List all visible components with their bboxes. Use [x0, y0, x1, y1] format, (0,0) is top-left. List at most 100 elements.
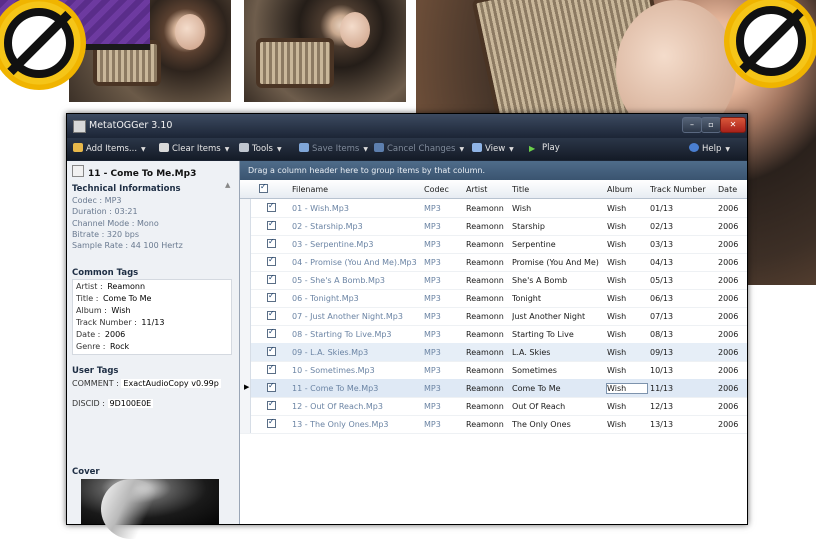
row-checkbox[interactable]: [267, 237, 276, 248]
row-selector[interactable]: [240, 235, 251, 253]
table-row[interactable]: 10 - Sometimes.Mp3MP3 ReamonnSometimesWis…: [240, 361, 747, 380]
cancel-changes-button[interactable]: Cancel Changes ▼: [374, 143, 464, 154]
row-checkbox[interactable]: [267, 381, 276, 392]
row-selector[interactable]: [240, 253, 251, 271]
cell-album[interactable]: Wish: [607, 366, 647, 375]
row-checkbox[interactable]: [267, 273, 276, 284]
cell-title[interactable]: Serpentine: [512, 240, 604, 249]
cell-filename[interactable]: 08 - Starting To Live.Mp3: [292, 330, 422, 339]
cell-filename[interactable]: 04 - Promise (You And Me).Mp3: [292, 258, 422, 267]
close-button[interactable]: ✕: [720, 117, 746, 133]
cell-date[interactable]: 2006: [718, 366, 746, 375]
select-all-checkbox[interactable]: [259, 182, 268, 193]
cell-date[interactable]: 2006: [718, 258, 746, 267]
cell-artist[interactable]: Reamonn: [466, 258, 510, 267]
cell-codec[interactable]: MP3: [424, 330, 462, 339]
cell-album[interactable]: Wish: [607, 222, 647, 231]
title-field[interactable]: Title : Come To Me: [76, 293, 228, 305]
table-row[interactable]: 12 - Out Of Reach.Mp3MP3 ReamonnOut Of Re…: [240, 397, 747, 416]
cell-album[interactable]: Wish: [607, 402, 647, 411]
cell-codec[interactable]: MP3: [424, 276, 462, 285]
cell-track-number[interactable]: 13/13: [650, 420, 716, 429]
cell-track-number[interactable]: 06/13: [650, 294, 716, 303]
cell-filename[interactable]: 03 - Serpentine.Mp3: [292, 240, 422, 249]
cell-title[interactable]: Promise (You And Me): [512, 258, 604, 267]
table-row[interactable]: 01 - Wish.Mp3MP3ReamonnWishWish01/132006: [240, 199, 747, 218]
cell-artist[interactable]: Reamonn: [466, 402, 510, 411]
minimize-button[interactable]: –: [682, 117, 702, 133]
cell-album[interactable]: Wish: [607, 258, 647, 267]
cell-codec[interactable]: MP3: [424, 384, 462, 393]
cell-codec[interactable]: MP3: [424, 258, 462, 267]
cell-album[interactable]: Wish: [607, 204, 647, 213]
column-header-track-number[interactable]: Track Number: [650, 185, 716, 194]
cell-album[interactable]: Wish: [607, 276, 647, 285]
cell-artist[interactable]: Reamonn: [466, 384, 510, 393]
table-row[interactable]: 06 - Tonight.Mp3MP3 ReamonnTonightWish06/…: [240, 289, 747, 308]
cell-filename[interactable]: 13 - The Only Ones.Mp3: [292, 420, 422, 429]
album-cover-image[interactable]: [81, 470, 219, 547]
cell-date[interactable]: 2006: [718, 312, 746, 321]
cell-track-number[interactable]: 02/13: [650, 222, 716, 231]
row-selector[interactable]: ▶: [240, 379, 251, 397]
cell-track-number[interactable]: 05/13: [650, 276, 716, 285]
row-checkbox[interactable]: [267, 201, 276, 212]
cell-filename[interactable]: 09 - L.A. Skies.Mp3: [292, 348, 422, 357]
row-selector[interactable]: [240, 289, 251, 307]
row-checkbox[interactable]: [267, 255, 276, 266]
genre-value[interactable]: Rock: [108, 342, 132, 351]
table-row[interactable]: 05 - She's A Bomb.Mp3MP3 ReamonnShe's A B…: [240, 271, 747, 290]
row-selector[interactable]: [240, 271, 251, 289]
cell-date[interactable]: 2006: [718, 402, 746, 411]
date-value[interactable]: 2006: [102, 330, 128, 339]
row-checkbox[interactable]: [267, 363, 276, 374]
help-button[interactable]: Help ▼: [689, 143, 730, 154]
artist-value[interactable]: Reamonn: [105, 282, 148, 291]
album-value[interactable]: Wish: [109, 306, 133, 315]
title-value[interactable]: Come To Me: [100, 294, 154, 303]
cell-filename[interactable]: 11 - Come To Me.Mp3: [292, 384, 422, 393]
row-selector[interactable]: [240, 307, 251, 325]
discid-field[interactable]: DISCID : 9D100E0E: [72, 398, 232, 410]
cell-filename[interactable]: 12 - Out Of Reach.Mp3: [292, 402, 422, 411]
comment-value[interactable]: ExactAudioCopy v0.99p: [121, 379, 221, 388]
cell-title[interactable]: Come To Me: [512, 384, 604, 393]
cell-codec[interactable]: MP3: [424, 420, 462, 429]
cell-artist[interactable]: Reamonn: [466, 222, 510, 231]
cell-filename[interactable]: 02 - Starship.Mp3: [292, 222, 422, 231]
row-checkbox[interactable]: [267, 219, 276, 230]
column-header-date[interactable]: Date: [718, 185, 746, 194]
clear-items-button[interactable]: Clear Items ▼: [159, 143, 229, 154]
cell-artist[interactable]: Reamonn: [466, 294, 510, 303]
cell-codec[interactable]: MP3: [424, 348, 462, 357]
date-field[interactable]: Date : 2006: [76, 329, 228, 341]
row-selector[interactable]: [240, 199, 251, 217]
cell-artist[interactable]: Reamonn: [466, 204, 510, 213]
play-button[interactable]: ▶ Play: [529, 143, 560, 153]
track-number-value[interactable]: 11/13: [139, 318, 167, 327]
table-row[interactable]: 07 - Just Another Night.Mp3MP3 ReamonnJus…: [240, 307, 747, 326]
cell-filename[interactable]: 05 - She's A Bomb.Mp3: [292, 276, 422, 285]
cell-artist[interactable]: Reamonn: [466, 276, 510, 285]
cell-date[interactable]: 2006: [718, 348, 746, 357]
cell-album[interactable]: Wish: [607, 348, 647, 357]
cell-album[interactable]: Wish: [607, 312, 647, 321]
cell-title[interactable]: Sometimes: [512, 366, 604, 375]
cell-album[interactable]: Wish: [607, 330, 647, 339]
row-selector[interactable]: [240, 325, 251, 343]
cell-album[interactable]: Wish: [607, 294, 647, 303]
cell-track-number[interactable]: 12/13: [650, 402, 716, 411]
group-by-bar[interactable]: Drag a column header here to group items…: [240, 161, 747, 180]
cell-codec[interactable]: MP3: [424, 312, 462, 321]
discid-value[interactable]: 9D100E0E: [107, 399, 154, 408]
column-header-album[interactable]: Album: [607, 185, 647, 194]
row-checkbox[interactable]: [267, 345, 276, 356]
row-selector[interactable]: [240, 397, 251, 415]
track-number-field[interactable]: Track Number : 11/13: [76, 317, 228, 329]
column-header-filename[interactable]: Filename: [292, 185, 422, 194]
cell-codec[interactable]: MP3: [424, 402, 462, 411]
cell-track-number[interactable]: 04/13: [650, 258, 716, 267]
cell-date[interactable]: 2006: [718, 330, 746, 339]
column-header-artist[interactable]: Artist: [466, 185, 510, 194]
row-checkbox[interactable]: [267, 417, 276, 428]
